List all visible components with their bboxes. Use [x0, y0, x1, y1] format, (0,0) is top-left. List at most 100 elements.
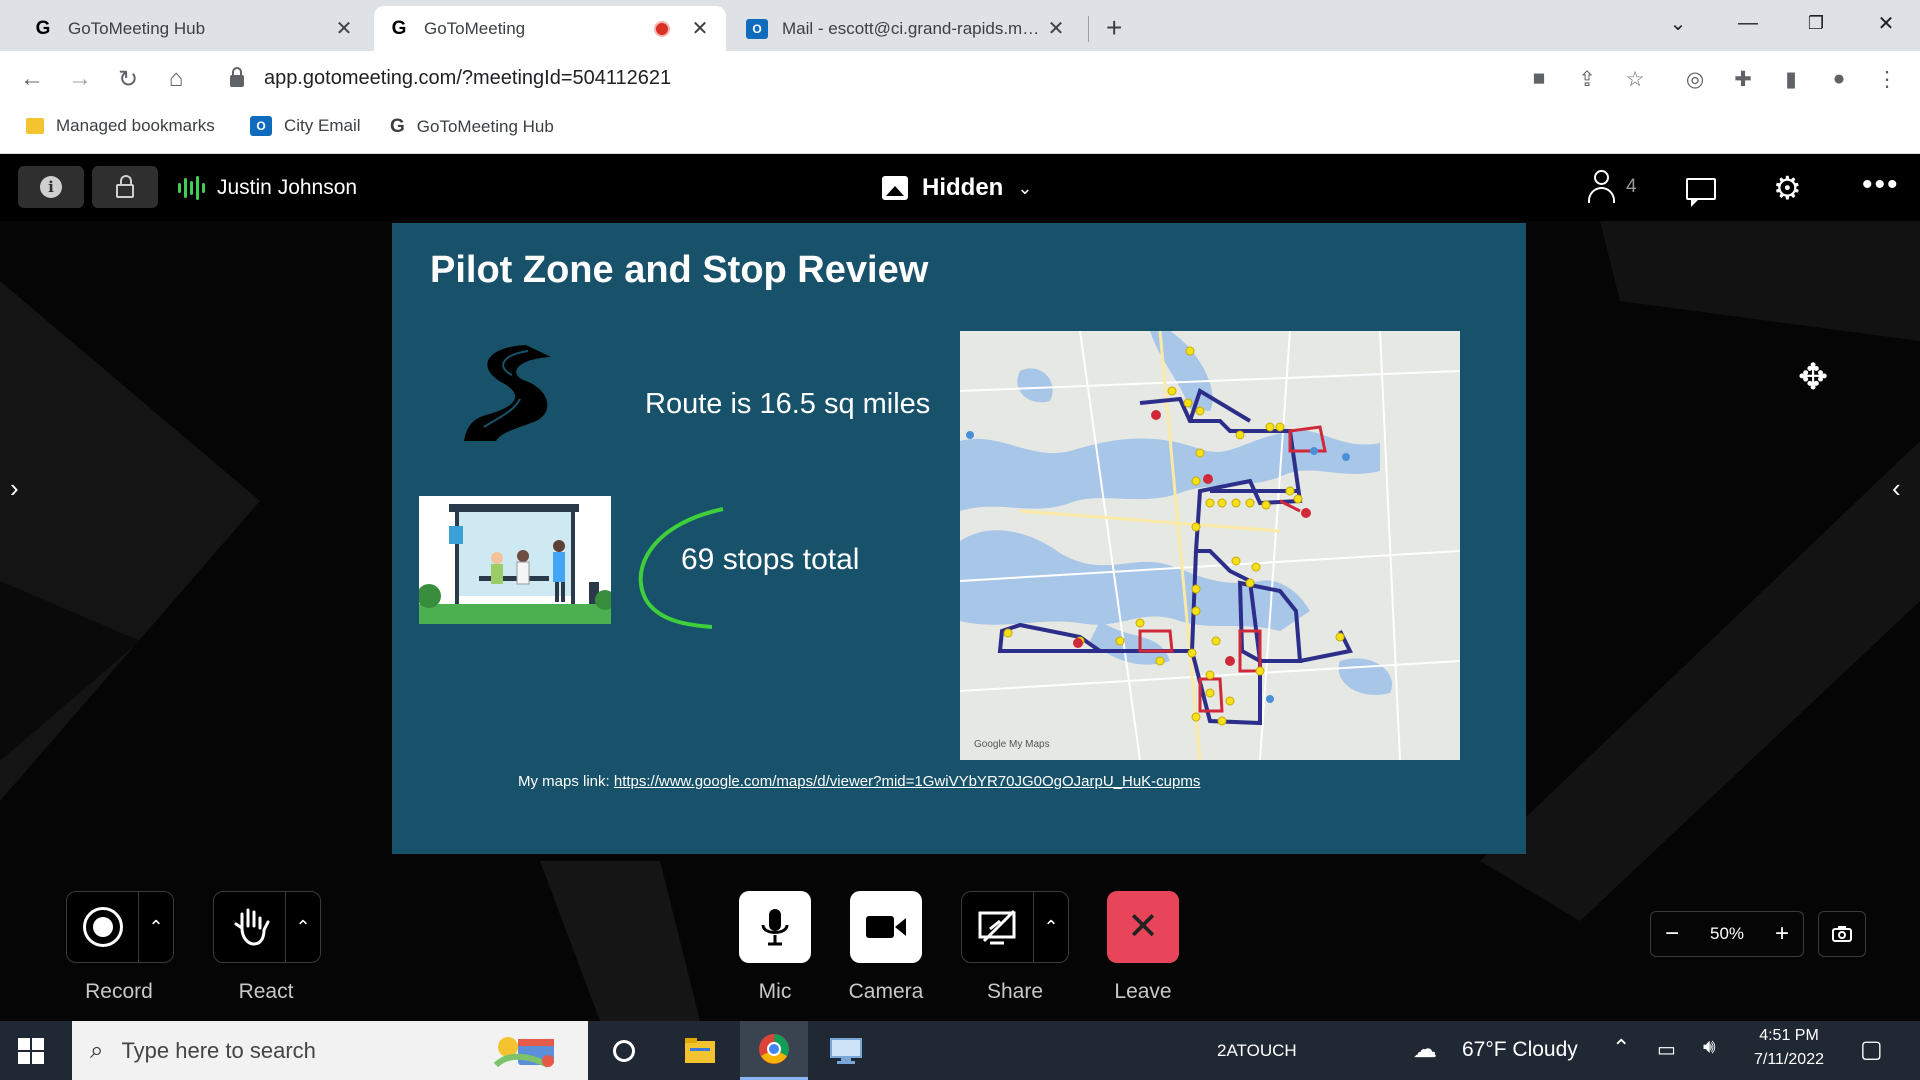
volume-icon[interactable]: 🔊︎	[1703, 1036, 1716, 1059]
side-panel-icon[interactable]: ▮	[1775, 63, 1807, 95]
close-tab-icon[interactable]: ✕	[1044, 17, 1068, 41]
tab-title: GoToMeeting Hub	[68, 18, 206, 38]
tray-chevron-up-icon[interactable]: ⌃	[1612, 1035, 1630, 1061]
picture-icon	[882, 176, 908, 200]
new-tab-button[interactable]: +	[1106, 12, 1122, 44]
zoom-out-button[interactable]: −	[1665, 920, 1679, 948]
record-label: Record	[85, 980, 153, 1003]
person-icon	[1586, 170, 1616, 204]
map-image	[960, 331, 1460, 760]
more-options-icon[interactable]: •••	[1862, 168, 1900, 202]
camera-label: Camera	[848, 980, 924, 1003]
active-speaker: Justin Johnson	[178, 176, 357, 200]
share-options-chevron-up-icon[interactable]: ⌃	[1034, 892, 1068, 962]
remote-desktop-icon[interactable]	[812, 1021, 880, 1080]
bookmark-city-email[interactable]: O City Email	[250, 116, 361, 136]
bookmark-star-icon[interactable]: ☆	[1619, 63, 1651, 95]
leave-button[interactable]: ✕	[1107, 891, 1179, 963]
view-mode-label: Hidden	[922, 174, 1004, 201]
browser-tab-strip: G GoToMeeting Hub ✕ G GoToMeeting ✕ O Ma…	[0, 0, 1920, 51]
maps-link-prefix: My maps link:	[518, 773, 614, 790]
chat-icon[interactable]	[1686, 178, 1716, 207]
share-screen-button[interactable]	[962, 892, 1034, 962]
tab-title: GoToMeeting	[424, 18, 526, 38]
road-icon	[464, 345, 551, 441]
react-button[interactable]	[214, 892, 286, 962]
tab-gotomeeting-hub[interactable]: G GoToMeeting Hub ✕	[18, 6, 370, 51]
right-panel-chevron-icon[interactable]: ‹	[1892, 473, 1901, 504]
view-mode-dropdown[interactable]: Hidden ⌄	[882, 174, 1032, 202]
camera-snapshot-icon	[1832, 926, 1852, 942]
close-tab-icon[interactable]: ✕	[332, 17, 356, 41]
tab-gotomeeting[interactable]: G GoToMeeting ✕	[374, 6, 726, 51]
browser-menu-icon[interactable]: ⋮	[1871, 63, 1903, 95]
cortana-icon[interactable]	[590, 1021, 658, 1080]
windows-taskbar: ⌕ Type here to search 2ATOUCH ☁ 67°F Clo…	[0, 1021, 1920, 1080]
g-favicon-icon: G	[391, 17, 407, 39]
microphone-icon	[761, 909, 789, 946]
forward-icon[interactable]: →	[64, 63, 96, 95]
react-options-chevron-up-icon[interactable]: ⌃	[286, 892, 320, 962]
network-icon[interactable]: ▭	[1657, 1037, 1676, 1062]
attendees-button[interactable]: 4	[1586, 170, 1637, 204]
outlook-icon: O	[250, 116, 272, 136]
extension-globe-icon[interactable]: ◎	[1679, 63, 1711, 95]
meeting-info-button[interactable]: i	[18, 166, 84, 208]
meeting-lock-button[interactable]	[92, 166, 158, 208]
g-favicon-icon: G	[35, 17, 51, 39]
share-icon[interactable]: ⇪	[1571, 63, 1603, 95]
clock[interactable]: 4:51 PM 7/11/2022	[1748, 1027, 1830, 1069]
camera-in-use-icon[interactable]: ■	[1523, 63, 1555, 95]
react-label: React	[238, 980, 294, 1003]
extensions-puzzle-icon[interactable]: ✚	[1727, 63, 1759, 95]
bookmark-managed[interactable]: Managed bookmarks	[26, 116, 215, 136]
g-favicon-icon: G	[390, 116, 405, 137]
reload-icon[interactable]: ↻	[112, 63, 144, 95]
share-label: Share	[986, 980, 1044, 1003]
meeting-top-bar: i Justin Johnson Hidden ⌄ 4 ⚙ •••	[0, 154, 1920, 221]
url-bar[interactable]: app.gotomeeting.com/?meetingId=504112621	[212, 58, 1662, 98]
file-explorer-icon[interactable]	[666, 1021, 734, 1080]
move-icon[interactable]: ✥	[1798, 356, 1828, 398]
record-options-chevron-up-icon[interactable]: ⌃	[139, 892, 173, 962]
chrome-taskbar-icon[interactable]	[740, 1021, 808, 1080]
zoom-level: 50%	[1709, 924, 1745, 943]
bookmark-label: City Email	[284, 116, 361, 135]
raised-hand-icon	[234, 908, 269, 946]
bookmark-label: Managed bookmarks	[56, 116, 215, 135]
address-bar-row: ← → ↻ ⌂ app.gotomeeting.com/?meetingId=5…	[0, 51, 1920, 106]
bookmarks-bar: Managed bookmarks O City Email G GoToMee…	[0, 106, 1920, 154]
mic-button[interactable]	[739, 891, 811, 963]
home-icon[interactable]: ⌂	[160, 63, 192, 95]
zoom-in-button[interactable]: +	[1775, 920, 1789, 948]
camera-button[interactable]	[850, 891, 922, 963]
leave-label: Leave	[1114, 980, 1172, 1003]
minimize-button[interactable]: —	[1718, 6, 1778, 40]
restore-button[interactable]: ❐	[1786, 6, 1846, 40]
bookmark-gotomeeting-hub[interactable]: G GoToMeeting Hub	[390, 116, 554, 138]
attendee-count: 4	[1626, 176, 1637, 197]
audio-level-icon	[178, 176, 205, 200]
left-panel-chevron-icon[interactable]: ›	[10, 473, 19, 504]
close-window-button[interactable]: ✕	[1856, 6, 1916, 40]
maps-link[interactable]: https://www.google.com/maps/d/viewer?mid…	[614, 773, 1201, 790]
tab-search-chevron-icon[interactable]: ⌄	[1648, 6, 1708, 40]
record-button[interactable]	[67, 892, 139, 962]
snapshot-button[interactable]	[1818, 911, 1866, 957]
tab-mail[interactable]: O Mail - escott@ci.grand-rapids.mn.us ✕	[732, 6, 1082, 51]
windows-start-icon[interactable]	[18, 1038, 44, 1064]
close-icon: ✕	[1127, 906, 1159, 948]
back-icon[interactable]: ←	[16, 63, 48, 95]
bus-stop-illustration	[419, 496, 611, 624]
gear-icon[interactable]: ⚙	[1773, 171, 1802, 205]
taskbar-app-label[interactable]: 2ATOUCH	[1217, 1041, 1297, 1061]
profile-avatar-icon[interactable]: ●	[1823, 63, 1855, 95]
close-tab-icon[interactable]: ✕	[688, 17, 712, 41]
tab-title: Mail - escott@ci.grand-rapids.mn.us	[782, 18, 1044, 38]
url-text[interactable]: app.gotomeeting.com/?meetingId=504112621	[264, 67, 671, 90]
notifications-icon[interactable]: ▢	[1860, 1035, 1883, 1064]
lock-icon[interactable]	[230, 67, 244, 87]
mic-label: Mic	[758, 980, 792, 1003]
taskbar-search-input[interactable]: ⌕ Type here to search	[72, 1021, 588, 1080]
weather-text[interactable]: 67°F Cloudy	[1462, 1038, 1578, 1062]
